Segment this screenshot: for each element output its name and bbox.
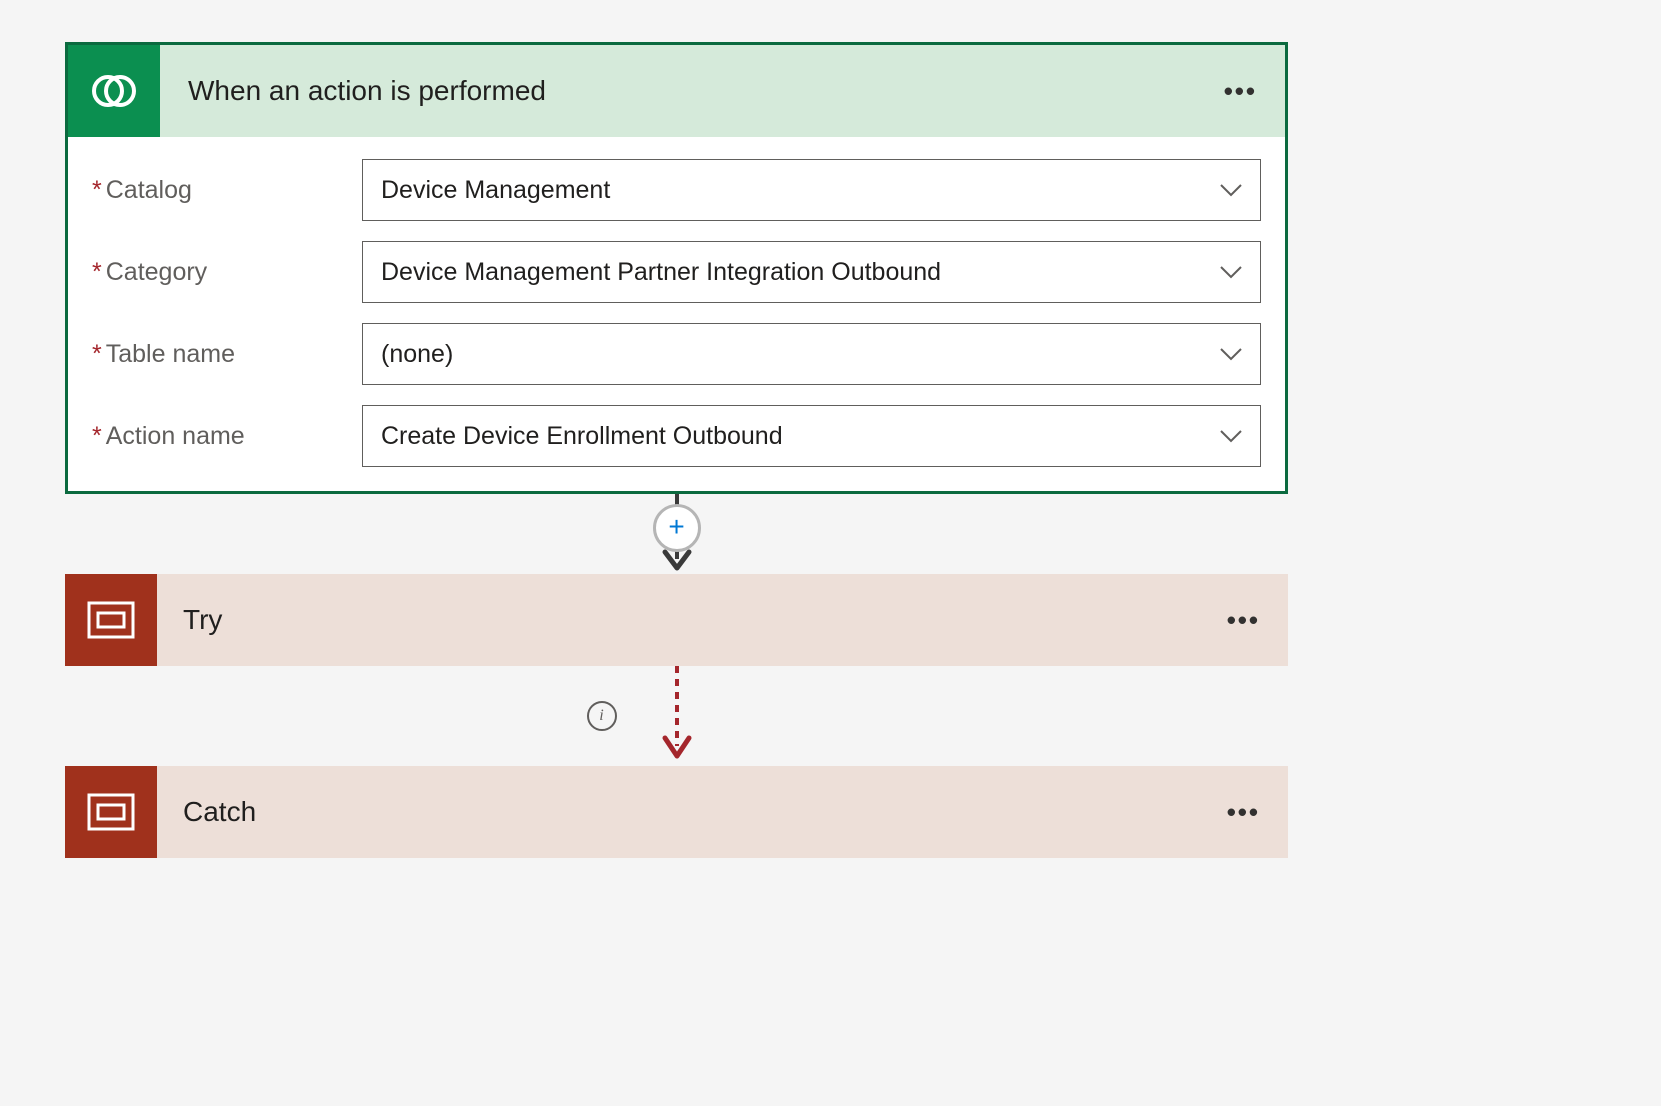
dataverse-icon bbox=[68, 45, 160, 137]
trigger-body: *Catalog Device Management *Category Dev… bbox=[68, 137, 1285, 491]
chevron-down-icon bbox=[1220, 340, 1242, 369]
scope-catch[interactable]: Catch ••• bbox=[65, 766, 1288, 858]
action-name-value: Create Device Enrollment Outbound bbox=[381, 422, 783, 451]
add-step-button[interactable]: + bbox=[653, 504, 701, 552]
more-icon: ••• bbox=[1227, 605, 1260, 636]
field-label-action-name: *Action name bbox=[92, 422, 362, 451]
catalog-select[interactable]: Device Management bbox=[362, 159, 1261, 221]
more-icon: ••• bbox=[1224, 76, 1257, 107]
field-row-table-name: *Table name (none) bbox=[92, 323, 1261, 385]
scope-icon bbox=[65, 574, 157, 666]
chevron-down-icon bbox=[1220, 176, 1242, 205]
trigger-header[interactable]: When an action is performed ••• bbox=[68, 45, 1285, 137]
chevron-down-icon bbox=[1220, 258, 1242, 287]
scope-catch-label: Catch bbox=[157, 796, 1199, 828]
more-icon: ••• bbox=[1227, 797, 1260, 828]
error-arrow-icon bbox=[653, 666, 701, 766]
trigger-more-button[interactable]: ••• bbox=[1196, 45, 1285, 137]
category-select[interactable]: Device Management Partner Integration Ou… bbox=[362, 241, 1261, 303]
field-row-category: *Category Device Management Partner Inte… bbox=[92, 241, 1261, 303]
info-icon[interactable]: i bbox=[587, 701, 617, 731]
scope-try-label: Try bbox=[157, 604, 1199, 636]
table-name-value: (none) bbox=[381, 340, 453, 369]
connector-try-to-catch: i bbox=[65, 666, 1288, 766]
chevron-down-icon bbox=[1220, 422, 1242, 451]
action-name-select[interactable]: Create Device Enrollment Outbound bbox=[362, 405, 1261, 467]
trigger-card[interactable]: When an action is performed ••• *Catalog… bbox=[65, 42, 1288, 494]
field-label-table-name: *Table name bbox=[92, 340, 362, 369]
scope-try[interactable]: Try ••• bbox=[65, 574, 1288, 666]
category-value: Device Management Partner Integration Ou… bbox=[381, 258, 941, 287]
table-name-select[interactable]: (none) bbox=[362, 323, 1261, 385]
scope-catch-more-button[interactable]: ••• bbox=[1199, 766, 1288, 858]
scope-try-more-button[interactable]: ••• bbox=[1199, 574, 1288, 666]
trigger-title: When an action is performed bbox=[160, 75, 1196, 107]
flow-canvas: When an action is performed ••• *Catalog… bbox=[0, 0, 1661, 900]
field-label-catalog: *Catalog bbox=[92, 176, 362, 205]
plus-icon: + bbox=[668, 513, 684, 541]
connector-trigger-to-try: + bbox=[65, 494, 1288, 574]
catalog-value: Device Management bbox=[381, 176, 610, 205]
field-row-action-name: *Action name Create Device Enrollment Ou… bbox=[92, 405, 1261, 467]
scope-icon bbox=[65, 766, 157, 858]
field-row-catalog: *Catalog Device Management bbox=[92, 159, 1261, 221]
field-label-category: *Category bbox=[92, 258, 362, 287]
